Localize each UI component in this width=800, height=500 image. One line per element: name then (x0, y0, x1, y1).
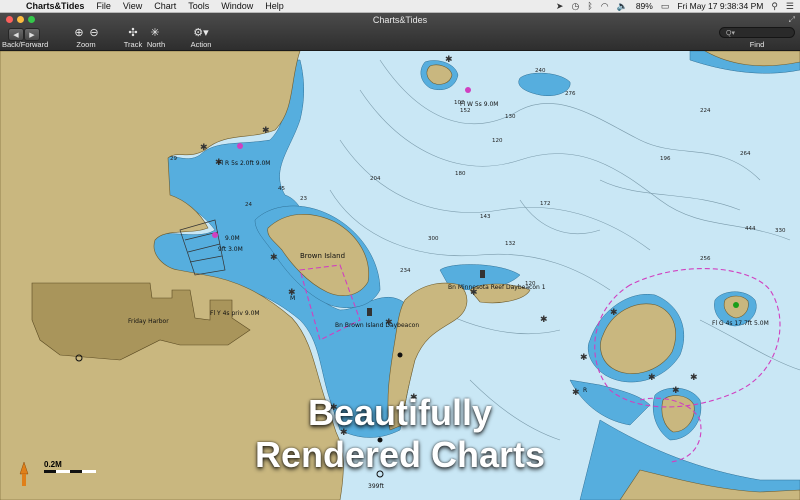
light-label-range: 9.0M (225, 235, 240, 242)
find-label: Find (749, 40, 765, 49)
svg-text:276: 276 (565, 91, 576, 97)
clock[interactable]: Fri May 17 9:38:34 PM (677, 1, 763, 11)
marketing-headline-line2: Rendered Charts (254, 434, 546, 475)
svg-text:45: 45 (278, 186, 285, 192)
notification-center-icon[interactable]: ☰ (786, 1, 794, 12)
battery-icon[interactable]: ▭ (661, 1, 670, 12)
svg-text:✱: ✱ (200, 143, 208, 153)
light-label-height: 9ft 3.0M (218, 246, 243, 253)
back-forward-label: Back/Forward (2, 40, 49, 49)
svg-text:330: 330 (775, 228, 786, 234)
find-search-input[interactable]: Q▾ (719, 27, 795, 38)
svg-text:172: 172 (540, 201, 551, 207)
menu-bar: Charts&Tides File View Chart Tools Windo… (0, 0, 800, 13)
light-label-fl-r: Fl R 5s 2.0ft 9.0M (218, 160, 270, 167)
track-icon[interactable]: ✣ (126, 26, 140, 39)
svg-text:120: 120 (492, 138, 503, 144)
svg-text:130: 130 (505, 114, 516, 120)
mark-m: M (290, 295, 295, 302)
svg-text:✱: ✱ (580, 353, 588, 363)
north-label: North (146, 40, 166, 49)
time-machine-icon[interactable]: ◷ (571, 1, 579, 12)
zoom-out-icon[interactable]: ⊖ (87, 26, 101, 39)
zoom-in-icon[interactable]: ⊕ (72, 26, 86, 39)
north-icon[interactable]: ✳ (148, 26, 162, 39)
svg-text:152: 152 (460, 108, 471, 114)
window-toolbar: Charts&Tides ⤢ ◀ ▶ Back/Forward ⊕ ⊖ Zoom… (0, 13, 800, 51)
svg-text:24: 24 (245, 202, 252, 208)
svg-text:✱: ✱ (690, 373, 698, 383)
spotlight-icon[interactable]: ⚲ (771, 1, 778, 12)
svg-text:204: 204 (370, 176, 381, 182)
minnesota-reef-daybeacon-label: Bn Minnesota Reef Daybeacon 1 (448, 284, 546, 291)
light-label-fl-y: Fl Y 4s priv 9.0M (210, 310, 260, 317)
depth-399ft-label: 399ft (368, 483, 384, 490)
svg-text:180: 180 (455, 171, 466, 177)
svg-text:240: 240 (535, 68, 546, 74)
svg-text:✱: ✱ (445, 55, 453, 65)
svg-text:196: 196 (660, 156, 671, 162)
brown-island-label: Brown Island (300, 252, 345, 260)
wifi-icon[interactable]: ◠ (601, 1, 609, 12)
menu-file[interactable]: File (90, 0, 117, 12)
location-icon[interactable]: ➤ (556, 1, 564, 12)
bluetooth-icon[interactable]: ᛒ (587, 1, 592, 11)
svg-text:300: 300 (428, 236, 439, 242)
menu-help[interactable]: Help (259, 0, 290, 12)
menu-app-name[interactable]: Charts&Tides (20, 0, 90, 12)
svg-text:✱: ✱ (270, 253, 278, 263)
marketing-headline-line1: Beautifully (307, 392, 493, 433)
action-gear-icon[interactable]: ⚙▾ (190, 26, 212, 39)
svg-text:✱: ✱ (648, 373, 656, 383)
zoom-label: Zoom (76, 40, 96, 49)
svg-text:132: 132 (505, 241, 516, 247)
svg-text:29: 29 (170, 156, 177, 162)
svg-text:224: 224 (700, 108, 711, 114)
volume-icon[interactable]: 🔈 (617, 1, 628, 12)
light-label-fl-w: Fl W 5s 9.0M (460, 101, 498, 108)
brown-island-daybeacon-label: Bn Brown Island Daybeacon (335, 322, 419, 329)
battery-percent[interactable]: 89% (636, 1, 653, 11)
svg-text:✱: ✱ (540, 315, 548, 325)
svg-text:143: 143 (480, 214, 491, 220)
menu-window[interactable]: Window (215, 0, 259, 12)
svg-text:✱: ✱ (262, 126, 270, 136)
fullscreen-icon[interactable]: ⤢ (789, 15, 795, 25)
svg-text:234: 234 (400, 268, 411, 274)
svg-text:264: 264 (740, 151, 751, 157)
menu-view[interactable]: View (117, 0, 148, 12)
svg-text:256: 256 (700, 256, 711, 262)
svg-text:✱: ✱ (610, 308, 618, 318)
forward-arrow-icon: ▶ (29, 31, 35, 39)
back-arrow-icon: ◀ (13, 31, 19, 39)
friday-harbor-label: Friday Harbor (128, 318, 169, 325)
svg-text:444: 444 (745, 226, 756, 232)
light-label-fl-g: Fl G 4s 17.7ft 5.0M (712, 320, 769, 327)
menu-chart[interactable]: Chart (148, 0, 182, 12)
window-title: Charts&Tides (372, 15, 428, 25)
menu-tools[interactable]: Tools (182, 0, 215, 12)
svg-text:23: 23 (300, 196, 307, 202)
action-label: Action (190, 40, 212, 49)
